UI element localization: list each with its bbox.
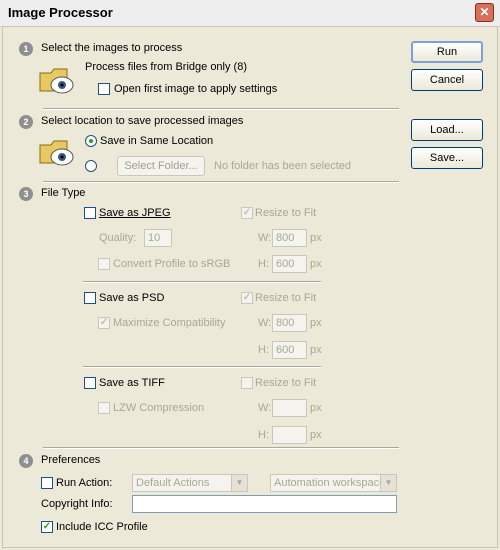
cancel-button[interactable]: Cancel: [411, 69, 483, 91]
window-title: Image Processor: [8, 5, 113, 20]
jpeg-resize-label: Resize to Fit: [255, 207, 317, 219]
select-folder-radio[interactable]: [85, 160, 97, 172]
jpeg-width-input[interactable]: 800: [272, 229, 307, 247]
action-name-value: Automation workspaces: [274, 477, 391, 489]
save-as-jpeg-label: Save as JPEG: [99, 207, 171, 219]
open-first-image-label: Open first image to apply settings: [114, 83, 278, 95]
separator: [43, 108, 399, 110]
step-1-badge: 1: [19, 42, 33, 56]
psd-h-unit: px: [310, 344, 322, 356]
save-as-tiff-checkbox[interactable]: [84, 377, 96, 389]
chevron-down-icon: ▼: [231, 475, 247, 491]
psd-w-unit: px: [310, 317, 322, 329]
separator: [83, 366, 321, 368]
psd-w-label: W:: [258, 317, 272, 329]
copyright-info-label: Copyright Info:: [41, 498, 113, 510]
step-3-badge: 3: [19, 187, 33, 201]
tiff-h-unit: px: [310, 429, 322, 441]
step-2-badge: 2: [19, 115, 33, 129]
jpeg-w-label: W:: [258, 232, 272, 244]
psd-resize-checkbox[interactable]: ✓: [241, 292, 253, 304]
title-bar[interactable]: Image Processor ✕: [0, 0, 500, 27]
maximize-compatibility-label: Maximize Compatibility: [113, 317, 226, 329]
quality-label: Quality:: [99, 232, 137, 244]
tiff-resize-checkbox[interactable]: [241, 377, 253, 389]
section-3-heading: File Type: [41, 187, 86, 199]
save-same-location-label: Save in Same Location: [100, 135, 214, 147]
action-set-value: Default Actions: [136, 477, 210, 489]
save-as-jpeg-checkbox[interactable]: [84, 207, 96, 219]
jpeg-h-label: H:: [258, 258, 269, 270]
run-action-label: Run Action:: [56, 477, 113, 489]
save-button[interactable]: Save...: [411, 147, 483, 169]
save-as-psd-checkbox[interactable]: [84, 292, 96, 304]
run-button[interactable]: Run: [411, 41, 483, 63]
jpeg-resize-checkbox[interactable]: ✓: [241, 207, 253, 219]
action-name-dropdown[interactable]: Automation workspaces ▼: [270, 474, 397, 492]
image-processor-dialog: Run Cancel Load... Save... 1 Select the …: [2, 26, 498, 548]
lzw-compression-label: LZW Compression: [113, 402, 205, 414]
jpeg-h-unit: px: [310, 258, 322, 270]
tiff-height-input[interactable]: [272, 426, 307, 444]
quality-input[interactable]: 10: [144, 229, 172, 247]
process-files-text: Process files from Bridge only (8): [85, 61, 247, 73]
section-1-heading: Select the images to process: [41, 42, 183, 54]
separator: [43, 447, 399, 449]
folder-eye-icon: [39, 68, 74, 94]
jpeg-w-unit: px: [310, 232, 322, 244]
tiff-h-label: H:: [258, 429, 269, 441]
section-2-heading: Select location to save processed images: [41, 115, 244, 127]
copyright-info-input[interactable]: [132, 495, 397, 513]
step-4-badge: 4: [19, 454, 33, 468]
separator: [43, 181, 399, 183]
chevron-down-icon: ▼: [380, 475, 396, 491]
save-same-location-radio[interactable]: [85, 135, 97, 147]
tiff-w-unit: px: [310, 402, 322, 414]
run-action-checkbox[interactable]: [41, 477, 53, 489]
close-icon[interactable]: ✕: [475, 3, 494, 22]
load-button[interactable]: Load...: [411, 119, 483, 141]
radio-selected-dot: [89, 139, 93, 143]
include-icc-profile-checkbox[interactable]: ✓: [41, 521, 53, 533]
tiff-resize-label: Resize to Fit: [255, 377, 317, 389]
tiff-width-input[interactable]: [272, 399, 307, 417]
section-4-heading: Preferences: [41, 454, 101, 466]
psd-height-input[interactable]: 600: [272, 341, 307, 359]
convert-srgb-checkbox[interactable]: [98, 258, 110, 270]
tiff-w-label: W:: [258, 402, 272, 414]
jpeg-height-input[interactable]: 600: [272, 255, 307, 273]
save-as-psd-label: Save as PSD: [99, 292, 165, 304]
psd-h-label: H:: [258, 344, 269, 356]
lzw-compression-checkbox[interactable]: [98, 402, 110, 414]
psd-width-input[interactable]: 800: [272, 314, 307, 332]
save-as-tiff-label: Save as TIFF: [99, 377, 165, 389]
select-folder-button[interactable]: Select Folder...: [117, 156, 205, 176]
open-first-image-checkbox[interactable]: [98, 83, 110, 95]
maximize-compatibility-checkbox[interactable]: ✓: [98, 317, 110, 329]
folder-eye-icon: [39, 140, 74, 166]
no-folder-text: No folder has been selected: [214, 160, 351, 172]
convert-srgb-label: Convert Profile to sRGB: [113, 258, 231, 270]
separator: [83, 281, 321, 283]
include-icc-profile-label: Include ICC Profile: [56, 521, 148, 533]
action-set-dropdown[interactable]: Default Actions ▼: [132, 474, 248, 492]
psd-resize-label: Resize to Fit: [255, 292, 317, 304]
